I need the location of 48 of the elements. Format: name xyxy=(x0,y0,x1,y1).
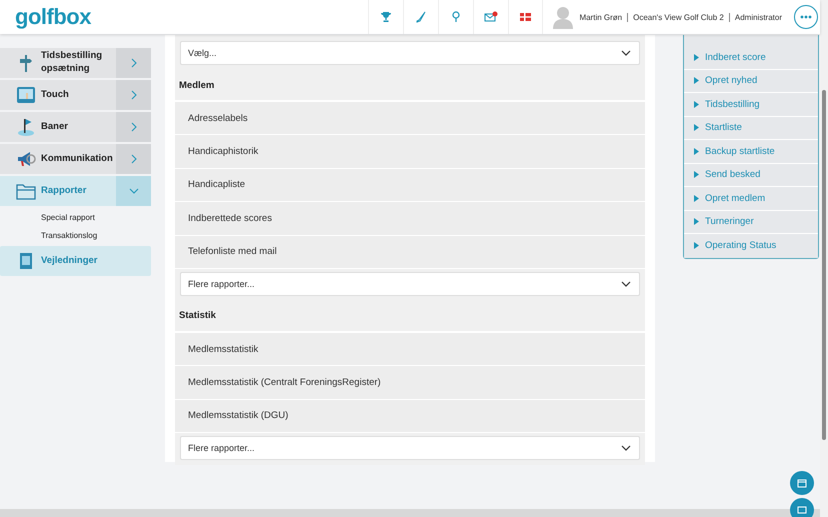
triangle-right-icon xyxy=(694,148,699,155)
triangle-right-icon xyxy=(694,77,699,84)
ticket-button[interactable] xyxy=(790,498,814,517)
triangle-right-icon xyxy=(694,100,699,108)
user-role: Administrator xyxy=(734,12,782,22)
mail-icon[interactable] xyxy=(473,0,508,34)
sidebar-label: Vejledninger xyxy=(41,254,98,268)
ticket-icon xyxy=(797,506,807,514)
chevron-down-icon xyxy=(621,278,631,289)
sidebar-label: Touch xyxy=(41,88,69,102)
calendar-button[interactable] xyxy=(790,471,814,495)
golf-pin-icon[interactable] xyxy=(438,0,474,34)
horizontal-scrollbar[interactable] xyxy=(0,509,820,517)
trophy-icon[interactable] xyxy=(368,0,404,34)
sidebar-item[interactable]: Kommunikation xyxy=(0,144,151,174)
triangle-right-icon xyxy=(694,242,699,250)
triangle-right-icon xyxy=(694,124,699,132)
more-reports-select[interactable]: Flere rapporter... xyxy=(180,436,640,460)
section-heading: Medlem xyxy=(179,80,214,90)
sidebar-item[interactable]: Tidsbestilling opsætning xyxy=(0,48,151,78)
chevron-down-icon xyxy=(621,443,631,454)
more-button[interactable] xyxy=(794,5,818,29)
sidebar-label: Baner xyxy=(41,120,68,134)
sidebar-item[interactable]: Baner xyxy=(0,112,151,142)
more-icon xyxy=(800,15,812,19)
sidebar-label: Rapporter xyxy=(41,184,86,198)
chevron-down-icon xyxy=(621,48,631,58)
triangle-right-icon xyxy=(694,171,699,178)
submenu-item[interactable]: Special rapport xyxy=(41,213,151,222)
section-heading: Statistik xyxy=(179,310,216,322)
touch-screen-icon xyxy=(16,85,36,105)
sidebar-item[interactable]: Touch xyxy=(0,80,151,110)
triangle-right-icon xyxy=(694,218,699,226)
megaphone-icon xyxy=(16,149,36,169)
club-name: Ocean's View Golf Club 2 xyxy=(633,12,724,22)
flag-icon[interactable] xyxy=(508,0,544,34)
avatar-icon xyxy=(553,5,574,29)
triangle-right-icon xyxy=(694,194,699,202)
sidebar-label: Kommunikation xyxy=(41,152,113,166)
report-select[interactable]: Vælg... xyxy=(180,41,640,65)
sidebar-label: Tidsbestilling opsætning xyxy=(41,50,104,76)
flag-pin-icon xyxy=(16,117,36,137)
triangle-right-icon xyxy=(694,54,699,61)
calendar-icon xyxy=(797,478,807,488)
submenu-item[interactable]: Transaktionslog xyxy=(41,231,151,240)
user-name: Martin Grøn xyxy=(579,12,622,22)
more-reports-select[interactable]: Flere rapporter... xyxy=(180,272,640,296)
scrollbar[interactable] xyxy=(820,0,828,517)
